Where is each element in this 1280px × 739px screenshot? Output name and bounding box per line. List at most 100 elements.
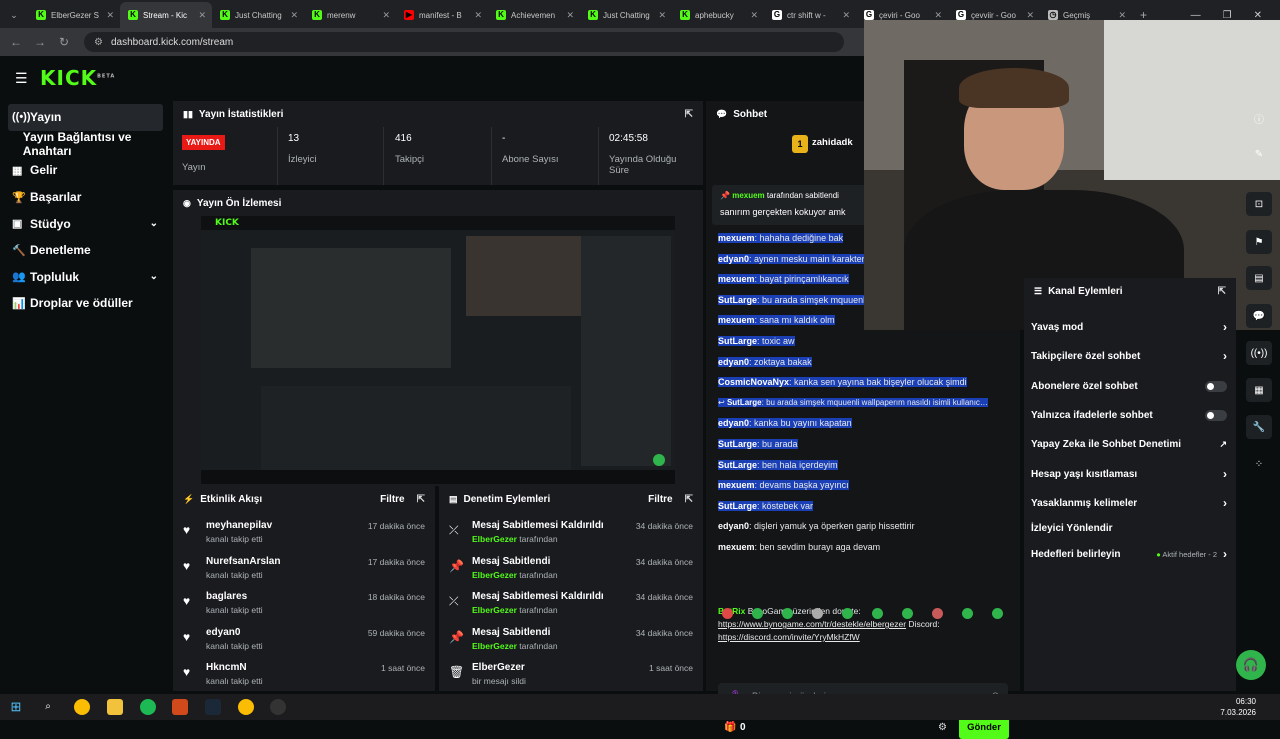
emote-icon[interactable] [962,608,973,619]
chat-username[interactable]: edyan0 [718,418,750,429]
chrome-icon-2[interactable] [238,699,254,715]
rail-chat-icon[interactable]: 💬 [1246,304,1272,328]
tab-close-icon[interactable]: ✕ [1026,10,1034,21]
tab-close-icon[interactable]: ✕ [1118,10,1126,21]
rail-btn-1[interactable]: ⊡ [1246,192,1272,216]
activity-row[interactable]: ♥ meyhanepilav kanalı takip etti 17 dakika … [173,516,435,550]
sidebar-item[interactable]: 📊 Droplar ve ödüller [0,290,172,317]
chat-username[interactable]: mexuem [718,315,755,326]
chat-username[interactable]: edyan0 [718,253,750,264]
menu-icon[interactable]: ☰ [15,70,28,87]
system-clock[interactable]: 06:30 7.03.2026 [1220,696,1256,718]
chat-settings-icon[interactable]: ⚙ [938,722,947,733]
tab-close-icon[interactable]: ✕ [474,10,482,21]
activity-row[interactable]: ♥ baglares kanalı takip etti 18 dakika önce [173,587,435,621]
browser-tab[interactable]: K Achievemen ✕ [488,2,580,28]
chat-message[interactable]: mexuem: sana mı kaldık olm [718,315,835,326]
points-icon[interactable]: 🎁 [724,722,736,733]
channel-action-row[interactable]: Yapay Zeka ile Sohbet Denetimi ↗ [1031,436,1227,452]
toggle-switch[interactable] [1205,409,1227,421]
chat-message[interactable]: edyan0: dişleri yamuk ya öperken garip h… [718,521,915,531]
rail-wrench-icon[interactable]: 🔧 [1246,415,1272,439]
tab-close-icon[interactable]: ✕ [106,10,114,21]
sidebar-item[interactable]: 👥 Topluluk ⌄ [0,264,172,291]
chat-username[interactable]: SutLarge [726,397,762,407]
browser-tab[interactable]: ▶ manifest - B ✕ [396,2,488,28]
tab-close-icon[interactable]: ✕ [934,10,942,21]
chat-message[interactable]: SutLarge: toxic aw [718,336,795,346]
emote-icon[interactable] [782,608,793,619]
send-button[interactable]: Gönder [959,717,1009,739]
channel-action-row[interactable]: İzleyici Yönlendir [1031,520,1227,536]
top-gifter-name[interactable]: zahidadk [812,137,853,148]
chrome-icon[interactable] [74,699,90,715]
chat-message[interactable]: edyan0: zoktaya bakak [718,356,812,367]
chat-username[interactable]: mexuem [718,480,755,491]
channel-action-row[interactable]: Yavaş mod › [1031,319,1227,335]
browser-tab[interactable]: K Just Chatting ✕ [212,2,304,28]
reload-icon[interactable]: ↻ [52,35,76,49]
chat-message[interactable]: ↩ SutLarge: bu arada simşek mquuenli wal… [718,397,988,407]
mod-action-row[interactable]: 🗑 ElberGezer bir mesajı sildi 1 saat önce [439,658,703,691]
activity-row[interactable]: ♥ HkncmN kanalı takip etti 1 saat önce [173,658,435,691]
browser-tab[interactable]: K Just Chatting ✕ [580,2,672,28]
app-icon-1[interactable] [172,699,188,715]
explorer-icon[interactable] [107,699,123,715]
sidebar-item[interactable]: 🏆 Başarılar [0,184,172,211]
channel-action-row[interactable]: Yalnızca ifadelerle sohbet [1031,407,1227,423]
tab-close-icon[interactable]: ✕ [566,10,574,21]
chat-username[interactable]: mexuem [718,233,755,243]
chat-message[interactable]: mexuem: ben sevdim burayı aga devam [718,542,880,552]
rail-btn-2[interactable]: ⚑ [1246,230,1272,254]
discord-link[interactable]: https://discord.com/invite/YryMkHZfW [718,632,860,642]
tab-search-icon[interactable]: ⌄ [0,2,28,28]
mod-action-row[interactable]: 📌 Mesaj Sabitlendi ElberGezer tarafından 34… [439,552,703,586]
tab-close-icon[interactable]: ✕ [658,10,666,21]
emote-icon[interactable] [812,608,823,619]
chat-username[interactable]: mexuem [718,274,755,285]
forward-icon[interactable]: → [28,35,52,49]
tab-close-icon[interactable]: ✕ [290,10,298,21]
popout-icon[interactable]: ⇱ [1218,286,1226,297]
mod-action-row[interactable]: ⤫ Mesaj Sabitlemesi Kaldırıldı ElberGezer … [439,587,703,621]
sidebar-item[interactable]: ((•)) Yayın [8,104,163,131]
bynogame-link[interactable]: https://www.bynogame.com/tr/destekle/elb… [718,619,906,629]
popout-icon[interactable]: ⇱ [685,494,693,505]
obs-icon[interactable] [270,699,286,715]
channel-action-row[interactable]: Hedefleri belirleyin ● Aktif hedefler - 2… [1031,546,1227,562]
emote-icon[interactable] [902,608,913,619]
chat-username[interactable]: edyan0 [718,521,749,531]
chat-message[interactable]: SutLarge: köstebek var [718,500,814,511]
rail-layout-icon[interactable]: ▦ [1246,378,1272,402]
popout-icon[interactable]: ⇱ [685,109,693,120]
kick-logo[interactable]: KICKBETA [40,66,115,90]
browser-tab[interactable]: K Stream - Kic ✕ [120,2,212,28]
tab-close-icon[interactable]: ✕ [382,10,390,21]
sidebar-item[interactable]: 🔨 Denetleme [0,237,172,264]
emote-icon[interactable] [992,608,1003,619]
popout-icon[interactable]: ⇱ [417,494,425,505]
activity-user[interactable]: HkncmN [206,662,247,673]
chat-message[interactable]: mexuem: hahaha dediğine bak [718,233,844,243]
info-icon[interactable]: ⓘ [1246,106,1272,130]
steam-icon[interactable] [205,699,221,715]
browser-tab[interactable]: K ElberGezer S ✕ [28,2,120,28]
browser-tab[interactable]: Kmerenw ✕ [304,2,396,28]
chat-message[interactable]: mexuem: bayat pirinçamlıkancık [718,274,849,285]
sidebar-item[interactable]: Yayın Bağlantısı ve Anahtarı [0,130,172,158]
activity-user[interactable]: edyan0 [206,627,240,638]
activity-user[interactable]: meyhanepilav [206,520,272,531]
edit-icon[interactable]: ✎ [1246,142,1272,166]
sidebar-item[interactable]: ▣ Stüdyo ⌄ [0,210,172,237]
tab-close-icon[interactable]: ✕ [750,10,758,21]
mod-action-row[interactable]: ⤫ Mesaj Sabitlemesi Kaldırıldı ElberGezer … [439,516,703,550]
toggle-switch[interactable] [1205,380,1227,392]
chat-username[interactable]: SutLarge [718,294,758,305]
emote-icon[interactable] [872,608,883,619]
chat-username[interactable]: mexuem [718,542,755,552]
emote-icon[interactable] [722,608,733,619]
chat-username[interactable]: CosmicNovaNyx [718,377,790,388]
mod-filter-button[interactable]: Filtre [648,494,672,505]
url-field[interactable]: ⚙ dashboard.kick.com/stream [84,32,844,52]
chat-username[interactable]: SutLarge [718,459,758,470]
